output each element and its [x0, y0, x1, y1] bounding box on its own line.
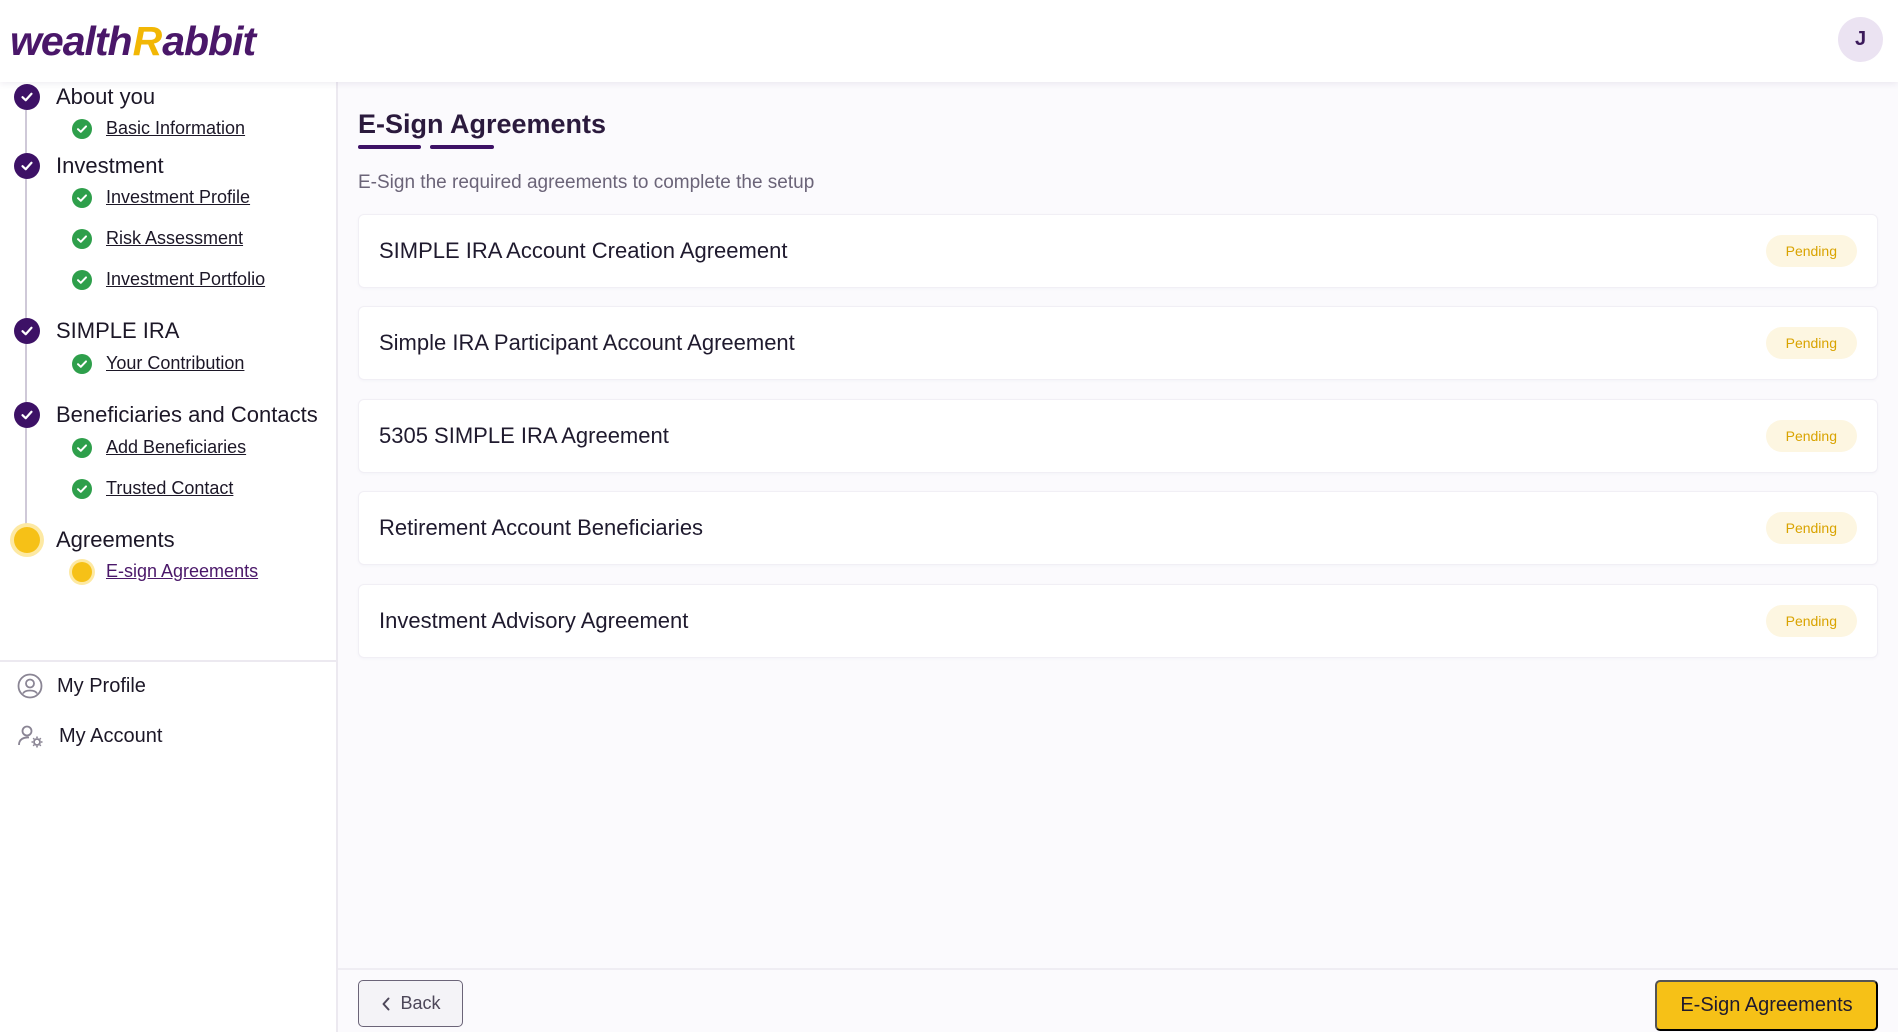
substep-link[interactable]: E-sign Agreements	[106, 561, 258, 582]
substep-link[interactable]: Your Contribution	[106, 353, 244, 374]
substep-link[interactable]: Trusted Contact	[106, 478, 233, 499]
agreement-name: Simple IRA Participant Account Agreement	[379, 330, 795, 355]
agreement-name: 5305 SIMPLE IRA Agreement	[379, 423, 669, 448]
status-badge: Pending	[1765, 512, 1857, 544]
back-button-label: Back	[400, 993, 441, 1013]
substep-investment-portfolio[interactable]: Investment Portfolio	[72, 269, 265, 290]
substep-add-beneficiaries[interactable]: Add Beneficiaries	[72, 437, 246, 458]
agreement-card[interactable]: SIMPLE IRA Account Creation Agreement Pe…	[358, 214, 1878, 288]
step-about-you: About you	[14, 83, 155, 111]
step-label: SIMPLE IRA	[56, 318, 180, 343]
agreement-card[interactable]: Investment Advisory Agreement Pending	[358, 584, 1878, 658]
step-complete-check-icon	[14, 318, 40, 344]
action-footer: Back E-Sign Agreements	[338, 968, 1898, 1032]
step-current-dot-icon	[14, 527, 40, 553]
agreement-card[interactable]: Retirement Account Beneficiaries Pending	[358, 491, 1878, 565]
substep-risk-assessment[interactable]: Risk Assessment	[72, 228, 243, 249]
substep-complete-check-icon	[72, 353, 92, 374]
sidebar-divider	[0, 660, 336, 662]
step-agreements: Agreements	[14, 527, 175, 553]
user-avatar[interactable]: J	[1838, 17, 1883, 62]
step-complete-check-icon	[14, 402, 40, 428]
substep-basic-information[interactable]: Basic Information	[72, 118, 245, 139]
title-underline	[430, 145, 494, 149]
agreement-name: Investment Advisory Agreement	[379, 608, 689, 633]
substep-complete-check-icon	[72, 269, 92, 290]
substep-complete-check-icon	[72, 437, 92, 458]
substep-link[interactable]: Risk Assessment	[106, 228, 243, 249]
substep-link[interactable]: Investment Portfolio	[106, 269, 265, 290]
my-profile-link[interactable]: My Profile	[17, 673, 146, 699]
top-header: wealth Rabbit J	[0, 0, 1898, 82]
step-investment: Investment	[14, 153, 164, 179]
step-complete-check-icon	[14, 84, 40, 110]
user-circle-icon	[17, 673, 43, 699]
page-subtitle: E-Sign the required agreements to comple…	[358, 172, 815, 193]
substep-current-dot-icon	[72, 561, 92, 582]
step-complete-check-icon	[14, 153, 40, 179]
substep-complete-check-icon	[72, 228, 92, 249]
substep-link[interactable]: Basic Information	[106, 118, 245, 139]
e-sign-agreements-button[interactable]: E-Sign Agreements	[1655, 980, 1878, 1031]
substep-link[interactable]: Add Beneficiaries	[106, 437, 246, 458]
substep-trusted-contact[interactable]: Trusted Contact	[72, 478, 233, 499]
step-label: Beneficiaries and Contacts	[56, 402, 318, 427]
my-profile-label: My Profile	[57, 674, 146, 697]
title-underline	[358, 145, 421, 149]
step-label: About you	[56, 84, 156, 109]
substep-investment-profile[interactable]: Investment Profile	[72, 187, 250, 208]
user-gear-icon	[18, 725, 43, 748]
logo-text-abbit: abbit	[162, 18, 256, 64]
substep-complete-check-icon	[72, 187, 92, 208]
my-account-label: My Account	[59, 724, 163, 747]
status-badge: Pending	[1765, 235, 1857, 267]
page-title: E-Sign Agreements	[358, 109, 607, 139]
page: wealth Rabbit J About you Basic Informati…	[0, 0, 1898, 1032]
agreement-card[interactable]: 5305 SIMPLE IRA Agreement Pending	[358, 399, 1878, 473]
status-badge: Pending	[1765, 605, 1857, 637]
progress-sidebar: About you Basic Information Investment I…	[0, 82, 338, 1032]
agreement-name: SIMPLE IRA Account Creation Agreement	[379, 238, 788, 263]
substep-your-contribution[interactable]: Your Contribution	[72, 353, 244, 374]
substep-complete-check-icon	[72, 478, 92, 499]
substep-complete-check-icon	[72, 118, 92, 139]
logo-rabbit-r: R	[132, 18, 163, 64]
status-badge: Pending	[1765, 420, 1857, 452]
step-label: Agreements	[56, 527, 175, 552]
agreement-name: Retirement Account Beneficiaries	[379, 515, 704, 540]
status-badge: Pending	[1765, 327, 1857, 359]
step-beneficiaries-and-contacts: Beneficiaries and Contacts	[14, 402, 318, 428]
step-label: Investment	[56, 153, 164, 178]
step-simple-ira: SIMPLE IRA	[14, 318, 179, 344]
my-account-link[interactable]: My Account	[17, 723, 162, 749]
logo-text-wealth: wealth	[10, 18, 133, 64]
back-button[interactable]: Back	[358, 980, 463, 1027]
agreement-card[interactable]: Simple IRA Participant Account Agreement…	[358, 306, 1878, 380]
wealthrabbit-logo[interactable]: wealth Rabbit	[10, 18, 256, 64]
substep-e-sign-agreements[interactable]: E-sign Agreements	[72, 561, 258, 582]
substep-link[interactable]: Investment Profile	[106, 187, 250, 208]
main-content: E-Sign Agreements E-Sign the required ag…	[338, 82, 1898, 970]
chevron-left-icon	[382, 997, 390, 1010]
